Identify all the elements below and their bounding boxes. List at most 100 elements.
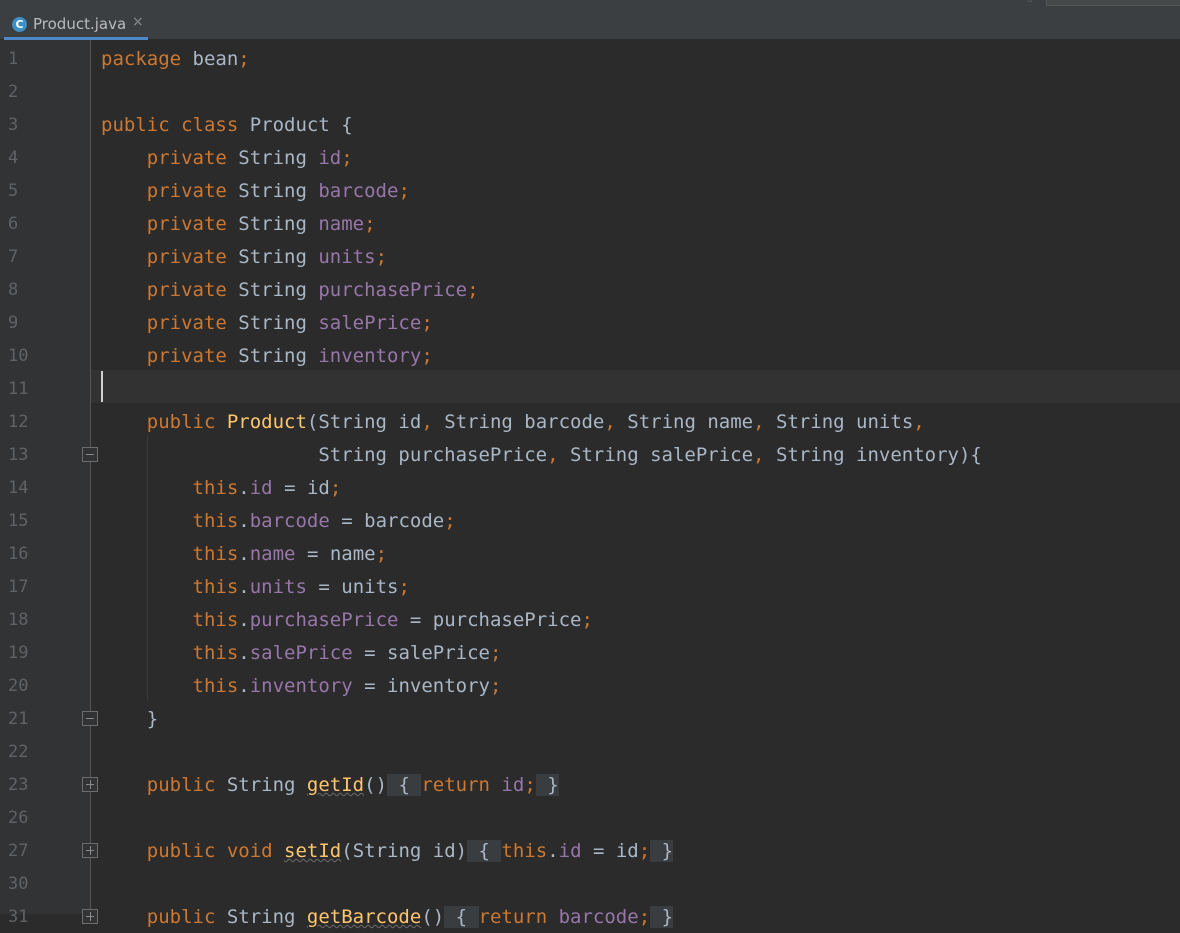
line-number: 11 bbox=[8, 379, 29, 399]
code-text[interactable]: this.barcode = barcode; bbox=[101, 510, 456, 532]
line-number: 19 bbox=[8, 643, 29, 663]
line-number: 15 bbox=[8, 511, 29, 531]
code-line: 2 bbox=[0, 75, 1180, 108]
code-token: ; bbox=[364, 213, 376, 235]
code-token: ; bbox=[375, 246, 388, 268]
code-token: ; bbox=[375, 543, 388, 565]
code-text[interactable]: this.purchasePrice = purchasePrice; bbox=[101, 609, 593, 631]
line-number: 12 bbox=[8, 412, 29, 432]
code-line: 7 private String units; bbox=[0, 240, 1180, 273]
code-token: } bbox=[650, 906, 674, 928]
line-number: 21 bbox=[8, 709, 29, 729]
code-line: 5 private String barcode; bbox=[0, 174, 1180, 207]
code-token: } bbox=[101, 708, 159, 730]
code-token: } bbox=[535, 774, 559, 796]
code-token: () bbox=[421, 906, 445, 928]
code-text[interactable]: package bean; bbox=[101, 48, 250, 70]
code-token: ; bbox=[489, 675, 502, 697]
code-token: setId bbox=[284, 840, 342, 862]
code-token: salePrice bbox=[318, 312, 422, 334]
code-token: inventory bbox=[318, 345, 422, 367]
code-token: , bbox=[913, 411, 925, 433]
code-token: ; bbox=[444, 510, 456, 532]
code-line: 14 this.id = id; bbox=[0, 471, 1180, 504]
code-token: = id bbox=[581, 840, 639, 862]
code-line: 23 public String getId() { return id; } bbox=[0, 768, 1180, 801]
close-icon[interactable]: × bbox=[132, 14, 144, 30]
fold-expand-icon[interactable] bbox=[82, 909, 98, 924]
code-text[interactable]: private String name; bbox=[101, 213, 376, 235]
code-text[interactable]: private String id; bbox=[101, 147, 353, 169]
code-token: = inventory bbox=[352, 675, 490, 697]
code-token: String bbox=[238, 312, 319, 334]
line-number: 31 bbox=[8, 907, 29, 927]
fold-collapse-icon[interactable] bbox=[82, 447, 98, 462]
code-token: String salePrice bbox=[570, 444, 754, 466]
code-text[interactable]: this.id = id; bbox=[101, 477, 342, 499]
fold-expand-icon[interactable] bbox=[82, 843, 98, 858]
code-token: Product bbox=[226, 411, 307, 433]
code-token: String bbox=[238, 246, 319, 268]
code-text[interactable]: public String getId() { return id; } bbox=[101, 774, 559, 796]
settings-icon[interactable]: ◦ bbox=[1026, 0, 1034, 9]
code-text[interactable]: this.salePrice = salePrice; bbox=[101, 642, 502, 664]
code-line: 21 } bbox=[0, 702, 1180, 735]
code-token: name bbox=[249, 543, 296, 565]
code-token: . bbox=[238, 642, 250, 664]
code-text[interactable]: private String salePrice; bbox=[101, 312, 433, 334]
code-token: , bbox=[753, 444, 776, 466]
line-number: 20 bbox=[8, 676, 29, 696]
code-token: ; bbox=[329, 477, 342, 499]
code-text[interactable]: private String units; bbox=[101, 246, 387, 268]
code-text[interactable]: String purchasePrice, String salePrice, … bbox=[101, 444, 982, 466]
code-token: private bbox=[146, 279, 239, 301]
code-line: 31 public String getBarcode() { return b… bbox=[0, 900, 1180, 933]
editor-tab-bar: C Product.java × ◦ bbox=[0, 0, 1180, 40]
code-token: units bbox=[249, 576, 307, 598]
tab-product-java[interactable]: C Product.java × bbox=[4, 11, 148, 40]
code-text[interactable]: this.name = name; bbox=[101, 543, 388, 565]
code-token: units bbox=[318, 246, 376, 268]
line-number: 18 bbox=[8, 610, 29, 630]
code-token: public class bbox=[101, 114, 250, 136]
code-token: String bbox=[226, 906, 307, 928]
search-input[interactable] bbox=[1046, 0, 1180, 6]
code-token: barcode bbox=[318, 180, 399, 202]
code-line: 4 private String id; bbox=[0, 141, 1180, 174]
code-token: = barcode bbox=[329, 510, 445, 532]
code-line: 18 this.purchasePrice = purchasePrice; bbox=[0, 603, 1180, 636]
code-text[interactable]: private String barcode; bbox=[101, 180, 410, 202]
code-text[interactable]: } bbox=[101, 708, 158, 730]
code-token: = units bbox=[306, 576, 399, 598]
code-text[interactable]: public class Product { bbox=[101, 114, 353, 136]
code-text[interactable]: this.inventory = inventory; bbox=[101, 675, 502, 697]
code-text[interactable]: public String getBarcode() { return barc… bbox=[101, 906, 674, 928]
code-token: String barcode bbox=[444, 411, 605, 433]
code-token: name bbox=[318, 213, 365, 235]
fold-expand-icon[interactable] bbox=[82, 777, 98, 792]
code-text[interactable]: private String purchasePrice; bbox=[101, 279, 479, 301]
code-token: . bbox=[238, 543, 250, 565]
code-text[interactable]: public void setId(String id) { this.id =… bbox=[101, 840, 674, 862]
code-token: return bbox=[478, 906, 559, 928]
code-token: { bbox=[467, 840, 502, 862]
code-token: } bbox=[650, 840, 674, 862]
code-text[interactable]: public Product(String id, String barcode… bbox=[101, 411, 925, 433]
code-token: ; bbox=[638, 906, 651, 928]
fold-collapse-icon[interactable] bbox=[82, 711, 98, 726]
code-token: this bbox=[192, 543, 239, 565]
code-token: getId bbox=[306, 774, 365, 796]
code-token: package bbox=[101, 48, 193, 70]
code-text[interactable]: private String inventory; bbox=[101, 345, 433, 367]
code-token: . bbox=[238, 510, 250, 532]
code-token: String bbox=[226, 774, 307, 796]
code-text[interactable]: this.units = units; bbox=[101, 576, 410, 598]
code-token: ; bbox=[398, 576, 410, 598]
code-token: private bbox=[146, 213, 239, 235]
code-token: this bbox=[192, 510, 239, 532]
